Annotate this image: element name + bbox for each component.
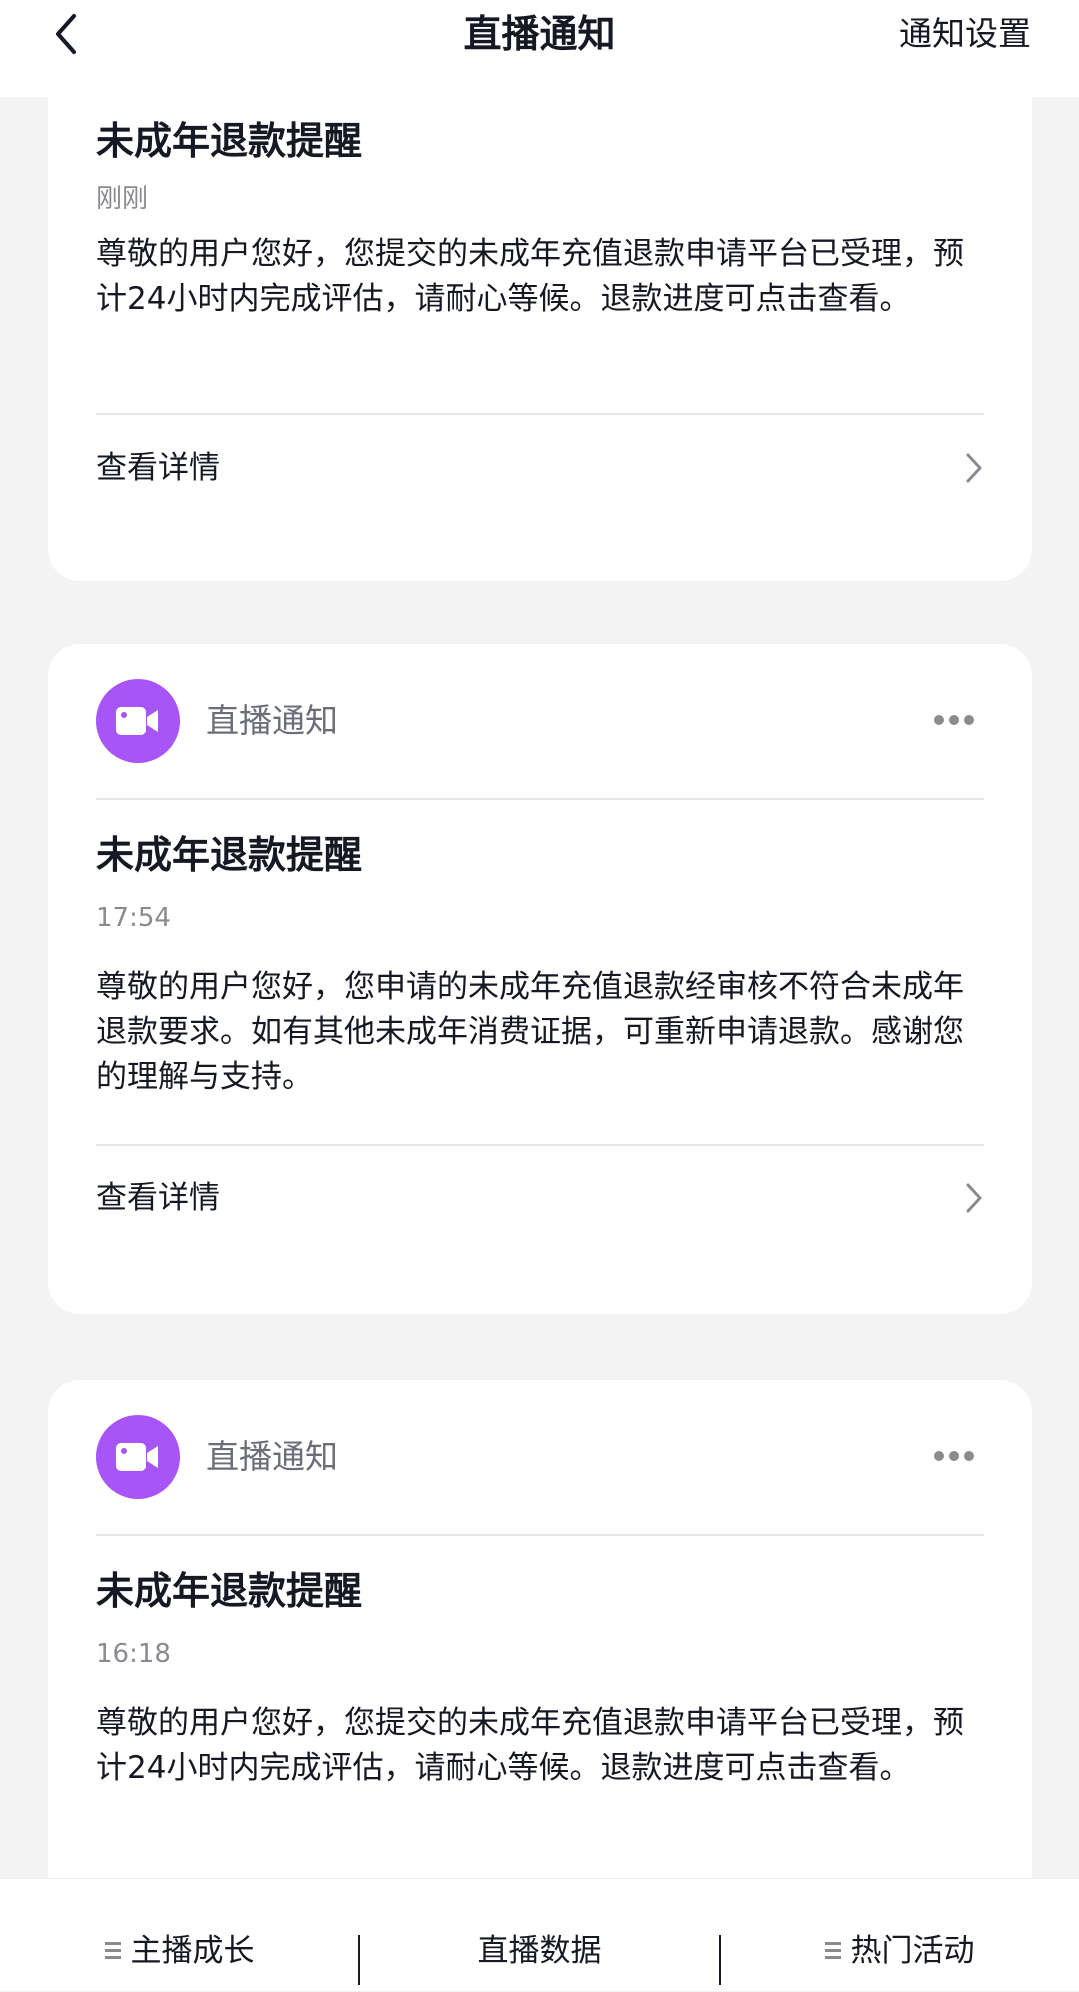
live-app-avatar	[96, 679, 180, 763]
notification-body: 尊敬的用户您好，您提交的未成年充值退款申请平台已受理，预计24小时内完成评估，请…	[96, 236, 964, 317]
notification-title: 未成年退款提醒	[96, 119, 363, 163]
more-options-icon[interactable]	[934, 710, 982, 730]
notification-card-header: 直播通知	[96, 1380, 984, 1536]
tab-anchor-growth[interactable]: 主播成长	[0, 1879, 359, 1992]
notification-settings-button[interactable]: 通知设置	[899, 10, 1031, 58]
notification-title: 未成年退款提醒	[96, 1569, 363, 1613]
chevron-right-icon	[966, 453, 982, 483]
notification-card: 直播通知 未成年退款提醒 16:18 尊敬的用户您好，您提交的未成年充值退款申请…	[48, 1380, 1032, 1878]
top-nav-bar: 直播通知 通知设置	[0, 0, 1079, 97]
view-details-row[interactable]: 查看详情	[96, 1159, 984, 1239]
divider	[96, 413, 984, 415]
notification-time: 刚刚	[96, 184, 149, 214]
bottom-tab-bar: 主播成长 直播数据 热门活动	[0, 1878, 1079, 1991]
app-name: 直播通知	[206, 701, 338, 740]
notification-time: 17:54	[96, 903, 171, 933]
notification-time: 16:18	[96, 1639, 171, 1669]
notification-card: 直播通知 未成年退款提醒 17:54 尊敬的用户您好，您申请的未成年充值退款经审…	[48, 644, 1032, 1314]
view-details-label: 查看详情	[96, 450, 220, 486]
notification-card: 未成年退款提醒 刚刚 尊敬的用户您好，您提交的未成年充值退款申请平台已受理，预计…	[48, 97, 1032, 581]
tab-label: 主播成长	[130, 1933, 255, 1969]
notification-card-header: 直播通知	[96, 644, 984, 800]
notification-title: 未成年退款提醒	[96, 833, 363, 877]
view-details-label: 查看详情	[96, 1180, 220, 1216]
video-camera-icon	[116, 707, 158, 735]
view-details-row[interactable]: 查看详情	[96, 429, 984, 509]
menu-icon	[104, 1941, 121, 1959]
notification-body: 尊敬的用户您好，您提交的未成年充值退款申请平台已受理，预计24小时内完成评估，请…	[96, 1705, 964, 1786]
video-camera-icon	[116, 1443, 158, 1471]
divider	[96, 1144, 984, 1146]
notification-list[interactable]: 未成年退款提醒 刚刚 尊敬的用户您好，您提交的未成年充值退款申请平台已受理，预计…	[0, 97, 1079, 1878]
tab-label: 直播数据	[477, 1933, 602, 1969]
more-options-icon[interactable]	[934, 1446, 982, 1466]
tab-label: 热门活动	[850, 1933, 975, 1969]
live-app-avatar	[96, 1415, 180, 1499]
app-name: 直播通知	[206, 1437, 338, 1476]
notification-body: 尊敬的用户您好，您申请的未成年充值退款经审核不符合未成年退款要求。如有其他未成年…	[96, 969, 964, 1095]
tab-hot-events[interactable]: 热门活动	[720, 1879, 1079, 1992]
tab-live-data[interactable]: 直播数据	[360, 1879, 719, 1992]
chevron-right-icon	[966, 1183, 982, 1213]
menu-icon	[824, 1941, 841, 1959]
